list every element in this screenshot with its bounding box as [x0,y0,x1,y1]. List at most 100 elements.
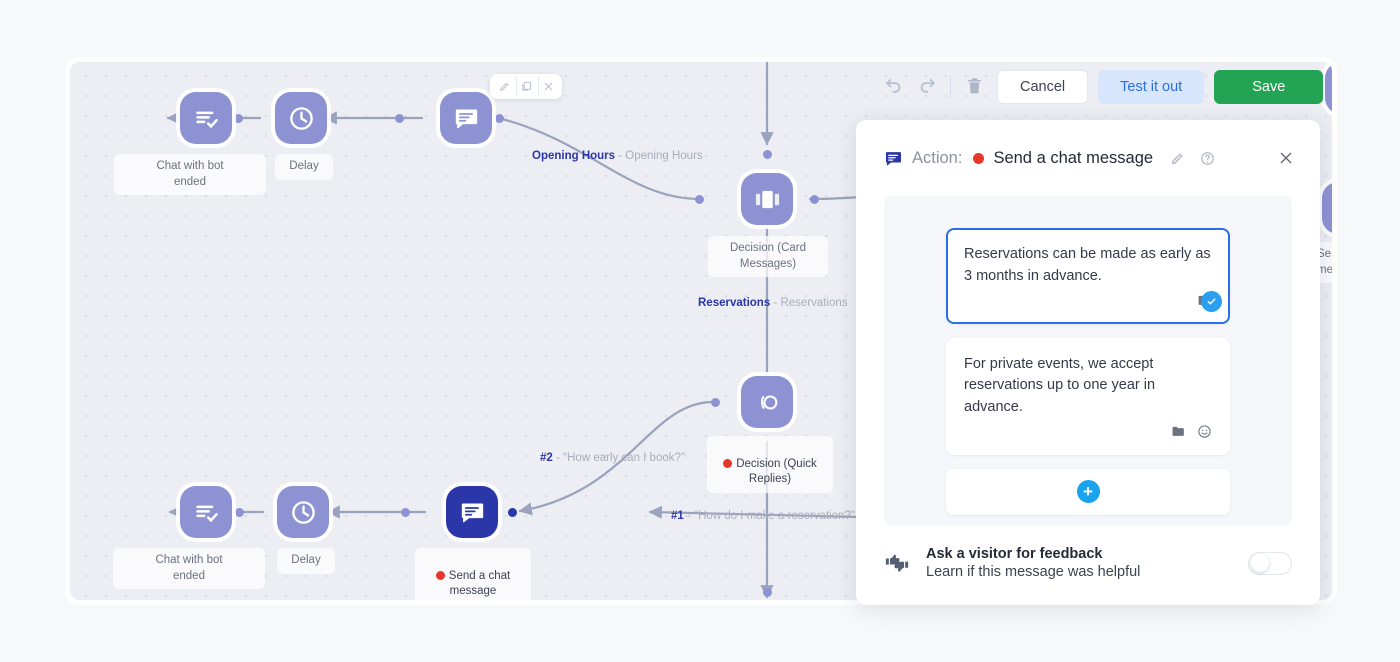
question-circle-icon[interactable] [1200,151,1215,166]
chat-message-icon [1335,195,1338,222]
feedback-subtitle: Learn if this message was helpful [926,564,1141,580]
flow-node-delay[interactable] [275,92,327,144]
edge-port [235,508,244,517]
red-status-dot [973,152,985,164]
edge-port [695,195,704,204]
red-status-dot [723,458,733,468]
edge-label-key: Opening Hours [532,150,616,162]
undo-button[interactable] [876,70,910,104]
flow-node-label: Decision (Quick Replies) [707,436,833,493]
feedback-section: Ask a visitor for feedback Learn if this… [856,526,1320,580]
edge-label-key: #1 [671,510,684,522]
action-panel-kicker: Action: [912,148,963,167]
flow-node-decision-quick-replies[interactable] [741,376,793,428]
flow-node-delay-bottom[interactable] [277,486,329,538]
flow-node-label: Chat with bot ended [113,548,265,590]
action-panel-header: Action: Send a chat message [856,120,1320,196]
flow-node-label: Decision (Card Messages) [708,236,828,278]
redo-button[interactable] [910,70,944,104]
delete-button[interactable] [957,70,991,104]
folder-icon[interactable] [1171,424,1186,444]
copy-icon[interactable] [516,77,536,96]
chat-message-icon [453,105,480,132]
flow-node-label: Delay [275,154,333,180]
add-message-row[interactable]: + [946,468,1230,515]
edge-label-quick-reply-1: #1 - "How do I make a reservation?" [671,510,855,522]
messages-list: Reservations can be made as early as 3 m… [884,196,1292,526]
flow-node-clipped-right[interactable] [1322,182,1338,234]
edge-label-value: "How do I make a reservation?" [694,510,855,522]
message-text: For private events, we accept reservatio… [964,355,1156,416]
edge-port [810,195,819,204]
pencil-icon[interactable] [1170,151,1185,166]
emoji-icon[interactable] [1197,424,1212,444]
message-bubble[interactable]: Reservations can be made as early as 3 m… [946,228,1230,324]
edge-port [395,114,404,123]
trash-icon [965,76,984,98]
action-panel-title: Send a chat message [993,148,1154,167]
test-it-out-button[interactable]: Test it out [1098,70,1205,104]
flow-node-decision-card-messages[interactable] [741,173,793,225]
edge-label-value: Opening Hours [625,150,703,162]
undo-icon [884,76,903,98]
cancel-button[interactable]: Cancel [997,70,1089,104]
toggle-knob [1251,554,1269,572]
flow-node-label: Send a chat message [415,548,531,600]
close-icon[interactable] [538,77,558,96]
chat-message-icon [459,499,486,526]
message-bubble[interactable]: For private events, we accept reservatio… [946,337,1230,455]
clock-icon [290,499,317,526]
edge-label-sep: - [615,150,626,162]
check-badge-icon [1201,290,1222,312]
action-panel: Action: Send a chat message Reservations… [856,120,1320,605]
edge-port [401,508,410,517]
chat-ended-icon [193,499,220,526]
feedback-title: Ask a visitor for feedback [926,546,1103,562]
label-text: Decision (Quick Replies) [736,457,817,486]
thumbs-icon [884,550,910,576]
close-icon[interactable] [1278,150,1294,166]
feedback-text: Ask a visitor for feedback Learn if this… [926,546,1140,580]
toolbar-divider [950,76,951,98]
edge-label-sep: - [552,452,564,464]
flow-node-clipped-top[interactable] [1325,62,1332,114]
edge-label-value: "How early can I book?" [563,452,685,464]
label-text: Send a chat message [448,569,511,598]
pencil-icon[interactable] [494,77,514,96]
edge-label-reservations: Reservations - Reservations [698,297,848,309]
clock-icon [288,105,315,132]
save-button[interactable]: Save [1214,70,1324,104]
app-root: Chat with bot ended Delay Decision (Card… [0,0,1400,662]
edge-label-value: Reservations [780,297,848,309]
edge-label-key: #2 [540,452,553,464]
edge-label-key: Reservations [698,297,771,309]
flow-node-chat-ended-bottom[interactable] [180,486,232,538]
edge-label-quick-reply-2: #2 - "How early can I book?" [540,452,685,464]
edge-label-sep: - [770,297,781,309]
edge-port [711,398,720,407]
edge-port [234,114,243,123]
redo-icon [918,76,937,98]
flow-node-label: Delay [277,548,335,574]
flow-node-send-chat-message[interactable] [446,486,498,538]
editor-toolbar: Cancel Test it out Save [876,68,1324,106]
chat-message-icon [884,149,903,168]
feedback-toggle[interactable] [1248,551,1292,575]
message-bubble-icons [964,423,1212,445]
edge-port [763,150,772,159]
flow-node-label: Chat with bot ended [114,154,266,196]
edge-port [495,114,504,123]
message-text: Reservations can be made as early as 3 m… [964,246,1211,284]
flow-node-chat-message-top[interactable] [440,92,492,144]
flow-node-chat-ended[interactable] [180,92,232,144]
card-carousel-icon [754,186,781,213]
edge-port [508,508,517,517]
edge-port [763,588,772,597]
red-status-dot [435,570,445,580]
quick-replies-icon [754,389,781,416]
chat-ended-icon [193,105,220,132]
edge-label-sep: - [683,510,695,522]
node-hover-toolbar[interactable] [490,74,562,99]
edge-label-opening-hours: Opening Hours - Opening Hours [532,150,703,162]
add-message-button[interactable]: + [1076,480,1100,504]
